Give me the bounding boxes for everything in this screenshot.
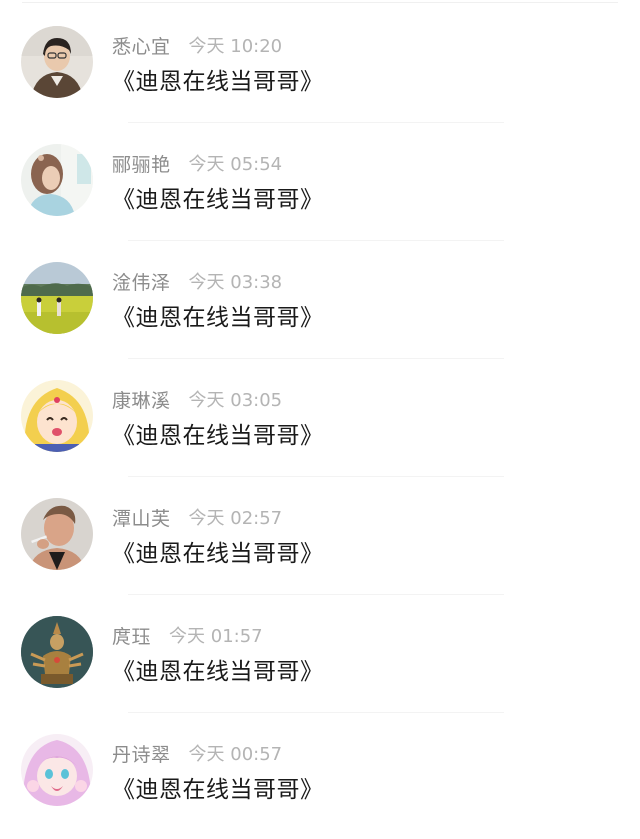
avatar[interactable] <box>21 616 93 688</box>
avatar[interactable] <box>21 498 93 570</box>
comment-item[interactable]: 悉心宜 今天 10:20 《迪恩在线当哥哥》 <box>0 0 640 123</box>
comment-time: 今天 03:05 <box>188 390 283 411</box>
avatar[interactable] <box>21 734 93 806</box>
comment-item[interactable]: 庹珏 今天 01:57 《迪恩在线当哥哥》 <box>0 590 640 713</box>
comment-message: 《迪恩在线当哥哥》 <box>112 69 324 95</box>
comment-message: 《迪恩在线当哥哥》 <box>112 777 324 803</box>
avatar[interactable] <box>21 262 93 334</box>
avatar[interactable] <box>21 26 93 98</box>
avatar[interactable] <box>21 144 93 216</box>
commenter-name[interactable]: 悉心宜 <box>112 32 171 59</box>
commenter-name[interactable]: 丹诗翠 <box>112 740 171 767</box>
avatar-man-cigarette-icon <box>21 498 93 570</box>
commenter-name[interactable]: 庹珏 <box>112 622 151 649</box>
avatar-anime-pink-icon <box>21 734 93 806</box>
comment-message: 《迪恩在线当哥哥》 <box>112 659 324 685</box>
comment-time: 今天 02:57 <box>188 508 283 529</box>
comment-message: 《迪恩在线当哥哥》 <box>112 423 324 449</box>
commenter-name[interactable]: 潭山芙 <box>112 504 171 531</box>
comment-message: 《迪恩在线当哥哥》 <box>112 541 324 567</box>
comment-item[interactable]: 康琳溪 今天 03:05 《迪恩在线当哥哥》 <box>0 354 640 477</box>
avatar-anime-blonde-icon <box>21 380 93 452</box>
avatar-girl-blue-shirt-icon <box>21 144 93 216</box>
comment-time: 今天 00:57 <box>188 744 283 765</box>
avatar-woman-glasses-icon <box>21 26 93 98</box>
avatar-field-landscape-icon <box>21 262 93 334</box>
comment-item[interactable]: 丹诗翠 今天 00:57 《迪恩在线当哥哥》 <box>0 708 640 826</box>
comment-time: 今天 10:20 <box>188 36 283 57</box>
comment-item[interactable]: 潭山芙 今天 02:57 《迪恩在线当哥哥》 <box>0 472 640 595</box>
comment-item[interactable]: 郦骊艳 今天 05:54 《迪恩在线当哥哥》 <box>0 118 640 241</box>
commenter-name[interactable]: 淦伟泽 <box>112 268 171 295</box>
comment-time: 今天 01:57 <box>169 626 263 647</box>
commenter-name[interactable]: 郦骊艳 <box>112 150 171 177</box>
comment-time: 今天 03:38 <box>188 272 283 293</box>
comment-message: 《迪恩在线当哥哥》 <box>112 305 324 331</box>
avatar[interactable] <box>21 380 93 452</box>
avatar-statue-icon <box>21 616 93 688</box>
comment-time: 今天 05:54 <box>188 154 283 175</box>
comment-message: 《迪恩在线当哥哥》 <box>112 187 324 213</box>
comment-item[interactable]: 淦伟泽 今天 03:38 《迪恩在线当哥哥》 <box>0 236 640 359</box>
commenter-name[interactable]: 康琳溪 <box>112 386 171 413</box>
